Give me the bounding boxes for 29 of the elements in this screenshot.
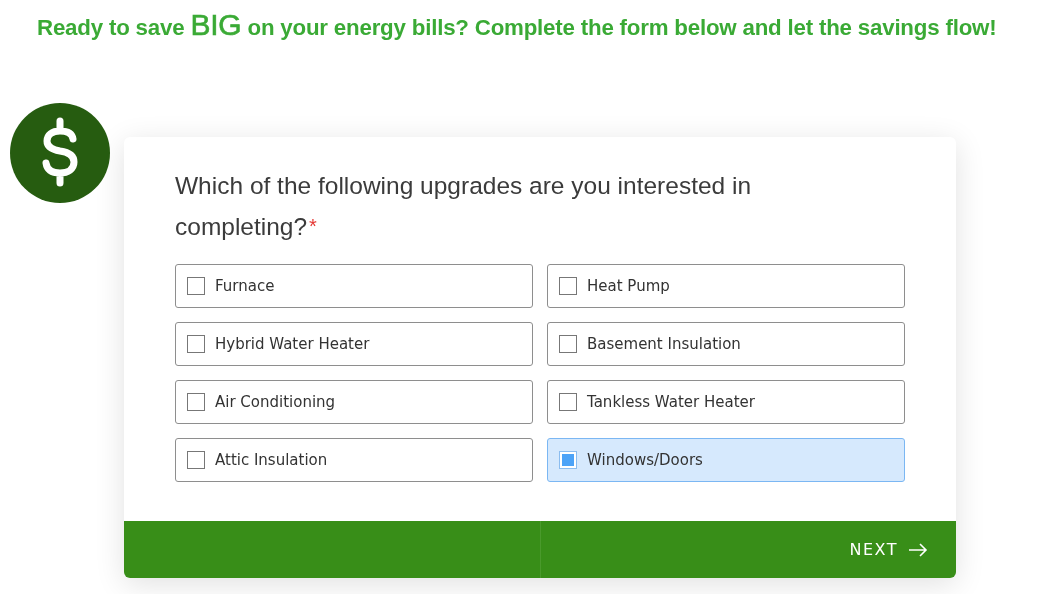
option-label: Attic Insulation — [215, 451, 328, 469]
option-label: Furnace — [215, 277, 275, 295]
option-choice[interactable]: Basement Insulation — [547, 322, 905, 366]
dollar-icon — [10, 103, 110, 203]
checkbox[interactable] — [559, 393, 577, 411]
checkbox[interactable] — [187, 451, 205, 469]
option-choice[interactable]: Hybrid Water Heater — [175, 322, 533, 366]
question-text: Which of the following upgrades are you interested in completing?* — [175, 171, 753, 242]
headline: Ready to save BIG on your energy bills? Complete the form below and let the savings flow! — [37, 8, 998, 43]
option-choice[interactable]: Heat Pump — [547, 264, 905, 308]
checkbox[interactable] — [187, 335, 205, 353]
option-label: Heat Pump — [587, 277, 670, 295]
option-choice[interactable]: Attic Insulation — [175, 438, 533, 482]
arrow-right-icon — [908, 542, 928, 557]
option-label: Air Conditioning — [215, 393, 336, 411]
next-button[interactable]: NEXT — [829, 521, 956, 578]
checkbox[interactable] — [559, 451, 577, 469]
checkbox[interactable] — [187, 393, 205, 411]
option-choice[interactable]: Windows/Doors — [547, 438, 905, 482]
checkbox[interactable] — [559, 277, 577, 295]
option-label: Basement Insulation — [587, 335, 741, 353]
option-label: Windows/Doors — [587, 451, 703, 469]
checkbox[interactable] — [559, 335, 577, 353]
option-choice[interactable]: Tankless Water Heater — [547, 380, 905, 424]
option-choice[interactable]: Furnace — [175, 264, 533, 308]
option-choice[interactable]: Air Conditioning — [175, 380, 533, 424]
checkbox[interactable] — [187, 277, 205, 295]
option-label: Hybrid Water Heater — [215, 335, 370, 353]
option-label: Tankless Water Heater — [587, 393, 755, 411]
